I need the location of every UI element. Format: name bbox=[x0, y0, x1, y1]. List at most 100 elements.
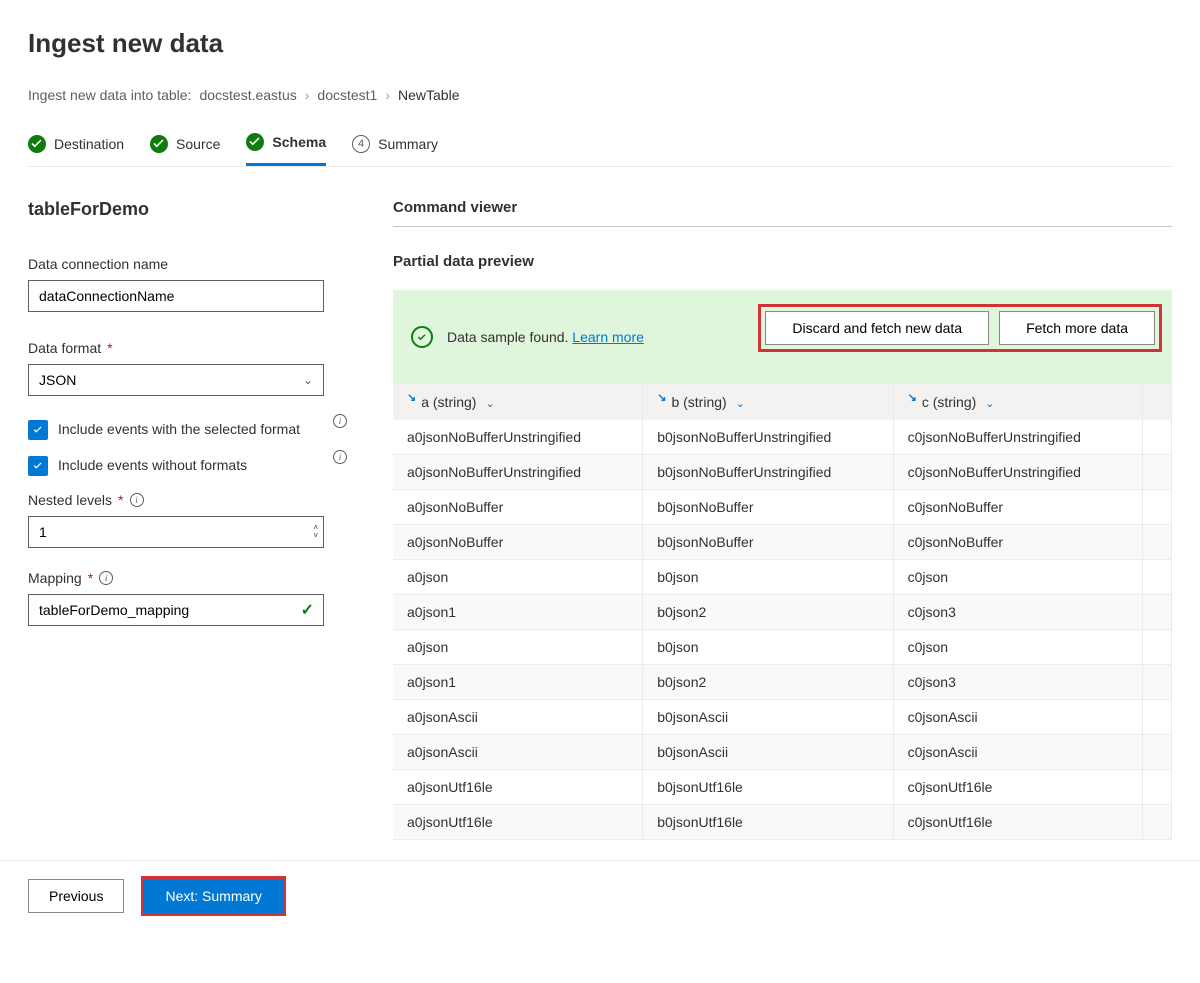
include-events-without-formats-checkbox[interactable] bbox=[28, 456, 48, 476]
table-row: a0jsonb0jsonc0json bbox=[393, 560, 1172, 595]
table-cell: a0json bbox=[393, 630, 643, 665]
table-cell: a0json1 bbox=[393, 595, 643, 630]
learn-more-link[interactable]: Learn more bbox=[572, 329, 644, 345]
success-icon bbox=[411, 326, 433, 348]
table-cell: b0json bbox=[643, 560, 893, 595]
step-source[interactable]: Source bbox=[150, 135, 220, 165]
required-asterisk: * bbox=[107, 340, 112, 356]
table-cell: c0jsonUtf16le bbox=[893, 805, 1142, 840]
data-connection-label: Data connection name bbox=[28, 256, 333, 272]
nested-levels-label: Nested levels* i bbox=[28, 492, 333, 508]
column-header-a[interactable]: ↘a (string)⌄ bbox=[393, 384, 643, 420]
table-cell: c0jsonAscii bbox=[893, 735, 1142, 770]
cell-spacer bbox=[1143, 490, 1172, 525]
checkbox-label: Include events with the selected format bbox=[58, 420, 333, 437]
step-number-icon: 4 bbox=[352, 135, 370, 153]
cell-spacer bbox=[1143, 560, 1172, 595]
cell-spacer bbox=[1143, 735, 1172, 770]
table-row: a0jsonAsciib0jsonAsciic0jsonAscii bbox=[393, 735, 1172, 770]
checkmark-icon: ✓ bbox=[301, 600, 314, 620]
table-row: a0jsonUtf16leb0jsonUtf16lec0jsonUtf16le bbox=[393, 770, 1172, 805]
table-row: a0jsonb0jsonc0json bbox=[393, 630, 1172, 665]
mapping-input[interactable] bbox=[28, 594, 324, 626]
table-row: a0jsonNoBufferb0jsonNoBufferc0jsonNoBuff… bbox=[393, 490, 1172, 525]
column-header-b[interactable]: ↘b (string)⌄ bbox=[643, 384, 893, 420]
step-summary[interactable]: 4 Summary bbox=[352, 135, 438, 165]
chevron-right-icon: › bbox=[305, 87, 310, 103]
mapping-label: Mapping* i bbox=[28, 570, 333, 586]
table-cell: a0jsonNoBuffer bbox=[393, 490, 643, 525]
table-name-heading: tableForDemo bbox=[28, 199, 333, 220]
table-cell: b0jsonAscii bbox=[643, 700, 893, 735]
step-nav: Destination Source Schema 4 Summary bbox=[28, 133, 1172, 167]
table-cell: b0jsonNoBuffer bbox=[643, 490, 893, 525]
table-row: a0jsonNoBufferUnstringifiedb0jsonNoBuffe… bbox=[393, 420, 1172, 455]
step-label: Summary bbox=[378, 136, 438, 152]
breadcrumb-item[interactable]: docstest1 bbox=[317, 87, 377, 103]
table-cell: c0json3 bbox=[893, 595, 1142, 630]
fetch-more-button[interactable]: Fetch more data bbox=[999, 311, 1155, 345]
table-cell: c0json bbox=[893, 630, 1142, 665]
table-cell: a0json bbox=[393, 560, 643, 595]
cell-spacer bbox=[1143, 805, 1172, 840]
data-connection-input[interactable] bbox=[28, 280, 324, 312]
info-icon[interactable]: i bbox=[333, 450, 347, 464]
previous-button[interactable]: Previous bbox=[28, 879, 124, 913]
check-icon bbox=[28, 135, 46, 153]
step-schema[interactable]: Schema bbox=[246, 133, 326, 166]
info-icon[interactable]: i bbox=[333, 414, 347, 428]
breadcrumb: Ingest new data into table: docstest.eas… bbox=[28, 87, 1172, 103]
table-cell: a0jsonAscii bbox=[393, 735, 643, 770]
table-cell: c0jsonNoBufferUnstringified bbox=[893, 420, 1142, 455]
discard-fetch-button[interactable]: Discard and fetch new data bbox=[765, 311, 989, 345]
table-cell: a0jsonNoBufferUnstringified bbox=[393, 420, 643, 455]
chevron-down-icon: ⌄ bbox=[485, 397, 494, 410]
required-asterisk: * bbox=[88, 570, 93, 586]
stepper-arrows-icon[interactable]: ˄˅ bbox=[313, 524, 318, 540]
info-icon[interactable]: i bbox=[130, 493, 144, 507]
nested-levels-stepper[interactable] bbox=[28, 516, 324, 548]
preview-heading: Partial data preview bbox=[393, 253, 1172, 270]
chevron-down-icon: ⌄ bbox=[985, 397, 994, 410]
table-row: a0json1b0json2c0json3 bbox=[393, 665, 1172, 700]
step-destination[interactable]: Destination bbox=[28, 135, 124, 165]
data-format-select[interactable]: JSON ⌄ bbox=[28, 364, 324, 396]
breadcrumb-item[interactable]: docstest.eastus bbox=[199, 87, 296, 103]
column-arrow-icon: ↘ bbox=[407, 391, 416, 404]
page-title: Ingest new data bbox=[28, 28, 1172, 59]
table-cell: b0jsonNoBufferUnstringified bbox=[643, 455, 893, 490]
table-cell: c0json bbox=[893, 560, 1142, 595]
table-cell: c0jsonAscii bbox=[893, 700, 1142, 735]
column-arrow-icon: ↘ bbox=[657, 391, 666, 404]
column-header-c[interactable]: ↘c (string)⌄ bbox=[893, 384, 1142, 420]
data-format-label: Data format* bbox=[28, 340, 333, 356]
table-row: a0json1b0json2c0json3 bbox=[393, 595, 1172, 630]
cell-spacer bbox=[1143, 455, 1172, 490]
step-label: Destination bbox=[54, 136, 124, 152]
table-cell: b0jsonNoBufferUnstringified bbox=[643, 420, 893, 455]
checkbox-label: Include events without formats bbox=[58, 456, 333, 473]
breadcrumb-current: NewTable bbox=[398, 87, 459, 103]
table-cell: b0jsonNoBuffer bbox=[643, 525, 893, 560]
table-cell: c0json3 bbox=[893, 665, 1142, 700]
table-row: a0jsonNoBufferb0jsonNoBufferc0jsonNoBuff… bbox=[393, 525, 1172, 560]
column-arrow-icon: ↘ bbox=[908, 391, 917, 404]
include-events-format-checkbox[interactable] bbox=[28, 420, 48, 440]
command-viewer-heading: Command viewer bbox=[393, 199, 1172, 227]
cell-spacer bbox=[1143, 420, 1172, 455]
preview-table: ↘a (string)⌄ ↘b (string)⌄ ↘c (string)⌄ a… bbox=[393, 384, 1172, 840]
cell-spacer bbox=[1143, 630, 1172, 665]
table-cell: a0jsonNoBufferUnstringified bbox=[393, 455, 643, 490]
table-cell: c0jsonNoBuffer bbox=[893, 525, 1142, 560]
cell-spacer bbox=[1143, 665, 1172, 700]
next-summary-button[interactable]: Next: Summary bbox=[144, 879, 282, 913]
notice-text: Data sample found. Learn more bbox=[447, 329, 644, 345]
breadcrumb-prefix: Ingest new data into table: bbox=[28, 87, 191, 103]
step-label: Schema bbox=[272, 134, 326, 150]
info-icon[interactable]: i bbox=[99, 571, 113, 585]
table-row: a0jsonNoBufferUnstringifiedb0jsonNoBuffe… bbox=[393, 455, 1172, 490]
table-cell: a0json1 bbox=[393, 665, 643, 700]
footer-actions: Previous Next: Summary bbox=[0, 860, 1200, 931]
cell-spacer bbox=[1143, 700, 1172, 735]
notice-banner: Data sample found. Learn more Discard an… bbox=[393, 290, 1172, 384]
